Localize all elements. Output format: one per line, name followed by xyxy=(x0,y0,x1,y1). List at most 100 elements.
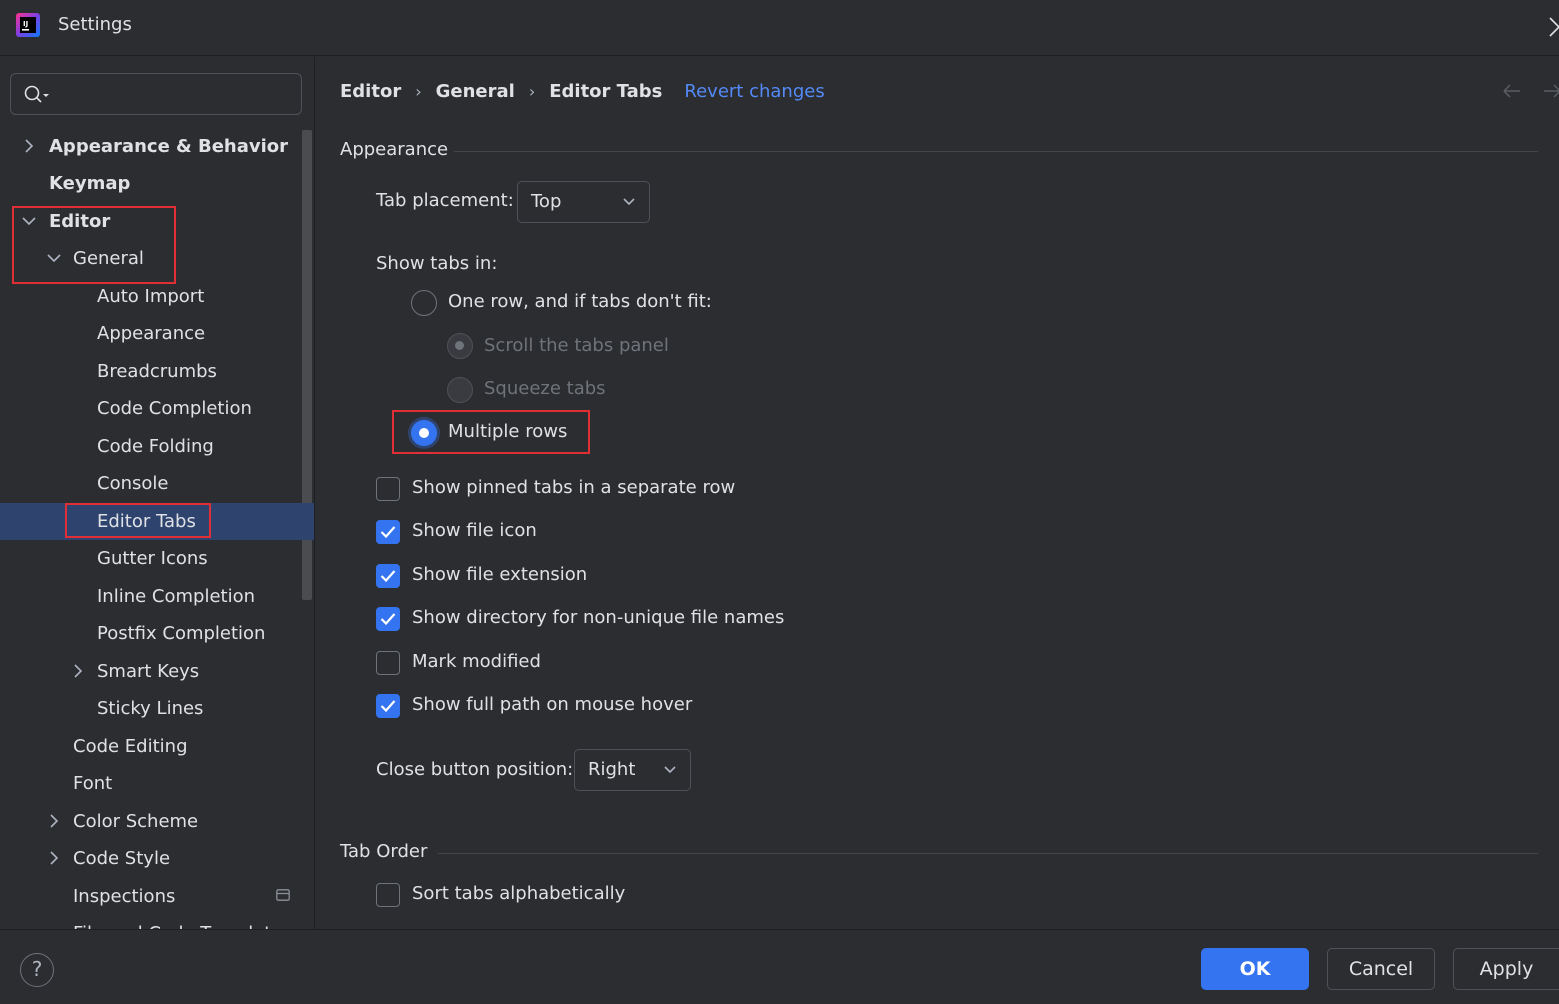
sidebar-item-label: Breadcrumbs xyxy=(97,361,217,382)
checkbox-show-full-path[interactable] xyxy=(376,694,400,718)
breadcrumb-item[interactable]: General xyxy=(436,81,515,102)
help-button[interactable]: ? xyxy=(20,953,54,987)
sidebar-item-appearance[interactable]: Appearance xyxy=(0,315,300,352)
checkbox-show-full-path-label: Show full path on mouse hover xyxy=(412,694,693,715)
radio-one-row-label: One row, and if tabs don't fit: xyxy=(448,291,712,312)
sidebar-item-breadcrumbs[interactable]: Breadcrumbs xyxy=(0,353,300,390)
close-icon[interactable] xyxy=(1544,12,1559,38)
forward-arrow-icon[interactable] xyxy=(1544,84,1559,98)
settings-sidebar: Appearance & Behavior Keymap Editor Gene… xyxy=(0,57,315,929)
sidebar-item-editor-tabs[interactable]: Editor Tabs xyxy=(0,503,314,540)
revert-changes-link[interactable]: Revert changes xyxy=(684,81,824,102)
sidebar-item-font[interactable]: Font xyxy=(0,765,300,802)
back-arrow-icon[interactable] xyxy=(1503,84,1520,98)
tab-placement-dropdown[interactable]: Top xyxy=(517,181,650,223)
sidebar-item-code-editing[interactable]: Code Editing xyxy=(0,728,300,765)
sidebar-item-label: General xyxy=(73,248,144,269)
sidebar-item-editor[interactable]: Editor xyxy=(0,203,300,240)
checkbox-pinned-tabs-label: Show pinned tabs in a separate row xyxy=(412,477,736,498)
section-title-appearance: Appearance xyxy=(340,139,449,160)
checkmark-icon xyxy=(380,613,396,626)
breadcrumb-item: Editor Tabs xyxy=(549,81,663,102)
settings-content: Editor › General › Editor Tabs Revert changes… xyxy=(316,57,1559,929)
sidebar-item-label: Code Completion xyxy=(97,398,252,419)
sidebar-item-label: Code Style xyxy=(73,848,171,869)
radio-multiple-rows[interactable] xyxy=(411,420,437,446)
sidebar-item-smart-keys[interactable]: Smart Keys xyxy=(0,653,300,690)
sidebar-item-inspections[interactable]: Inspections xyxy=(0,878,300,915)
search-icon xyxy=(24,85,49,103)
radio-one-row[interactable] xyxy=(411,290,437,316)
sidebar-item-sticky-lines[interactable]: Sticky Lines xyxy=(0,690,300,727)
sidebar-item-label: Color Scheme xyxy=(73,811,199,832)
sidebar-item-label: Code Editing xyxy=(73,736,188,757)
chevron-right-icon xyxy=(50,851,59,865)
breadcrumb-item[interactable]: Editor xyxy=(340,81,401,102)
sidebar-item-postfix-completion[interactable]: Postfix Completion xyxy=(0,615,300,652)
tab-placement-value: Top xyxy=(531,191,562,212)
sidebar-item-label: File and Code Templates xyxy=(73,915,292,929)
sidebar-item-gutter-icons[interactable]: Gutter Icons xyxy=(0,540,300,577)
checkbox-show-file-extension[interactable] xyxy=(376,564,400,588)
checkbox-show-file-icon-label: Show file icon xyxy=(412,520,537,541)
navigation-arrows xyxy=(1503,84,1559,98)
sidebar-item-general[interactable]: General xyxy=(0,240,300,277)
sidebar-item-label: Editor xyxy=(49,211,111,232)
sidebar-item-keymap[interactable]: Keymap xyxy=(0,165,300,202)
chevron-down-icon xyxy=(22,217,36,226)
sidebar-item-label: Appearance & Behavior xyxy=(49,136,289,157)
chevron-right-icon xyxy=(50,814,59,828)
radio-dot xyxy=(455,341,464,350)
sidebar-item-code-style[interactable]: Code Style xyxy=(0,840,300,877)
sidebar-item-inline-completion[interactable]: Inline Completion xyxy=(0,578,300,615)
dialog-footer: ? OK Cancel Apply xyxy=(0,929,1559,1004)
sidebar-item-label: Console xyxy=(97,473,169,494)
sidebar-item-color-scheme[interactable]: Color Scheme xyxy=(0,803,300,840)
section-divider xyxy=(454,151,1538,152)
checkbox-show-file-icon[interactable] xyxy=(376,520,400,544)
checkbox-sort-tabs-alphabetically[interactable] xyxy=(376,883,400,907)
ok-button[interactable]: OK xyxy=(1201,948,1309,990)
radio-squeeze-tabs-label: Squeeze tabs xyxy=(484,378,606,399)
checkmark-icon xyxy=(380,526,396,539)
chevron-right-icon xyxy=(74,664,83,678)
sidebar-item-label: Smart Keys xyxy=(97,661,200,682)
title-bar: IJ Settings xyxy=(0,0,1559,56)
radio-multiple-rows-label: Multiple rows xyxy=(448,421,568,442)
checkbox-show-directory[interactable] xyxy=(376,607,400,631)
breadcrumb: Editor › General › Editor Tabs Revert changes xyxy=(340,79,825,105)
sidebar-item-file-code-templates[interactable]: File and Code Templates xyxy=(0,915,300,929)
checkbox-show-directory-label: Show directory for non-unique file names xyxy=(412,607,785,628)
close-button-position-value: Right xyxy=(588,759,636,780)
chevron-down-icon xyxy=(47,254,61,263)
sidebar-item-label: Auto Import xyxy=(97,286,205,307)
radio-scroll-tabs-panel-label: Scroll the tabs panel xyxy=(484,335,669,356)
sidebar-item-code-completion[interactable]: Code Completion xyxy=(0,390,300,427)
checkbox-mark-modified[interactable] xyxy=(376,651,400,675)
checkbox-mark-modified-label: Mark modified xyxy=(412,651,541,672)
sidebar-item-auto-import[interactable]: Auto Import xyxy=(0,278,300,315)
svg-text:IJ: IJ xyxy=(23,20,28,28)
close-button-position-dropdown[interactable]: Right xyxy=(574,749,691,791)
settings-search-input[interactable] xyxy=(10,73,302,115)
checkmark-icon xyxy=(380,700,396,713)
sidebar-item-label: Font xyxy=(73,773,113,794)
checkbox-pinned-tabs-separate-row[interactable] xyxy=(376,477,400,501)
breadcrumb-separator: › xyxy=(528,82,536,101)
radio-squeeze-tabs[interactable] xyxy=(447,377,473,403)
section-title-tab-order: Tab Order xyxy=(340,841,428,862)
sidebar-item-code-folding[interactable]: Code Folding xyxy=(0,428,300,465)
radio-scroll-tabs-panel[interactable] xyxy=(447,333,473,359)
checkbox-show-file-extension-label: Show file extension xyxy=(412,564,588,585)
cancel-button[interactable]: Cancel xyxy=(1327,948,1435,990)
checkbox-sort-tabs-label: Sort tabs alphabetically xyxy=(412,883,626,904)
checkmark-icon xyxy=(380,570,396,583)
chevron-right-icon xyxy=(25,139,34,153)
close-button-position-label: Close button position: xyxy=(376,759,574,780)
sidebar-item-appearance-behavior[interactable]: Appearance & Behavior xyxy=(0,128,300,165)
sidebar-item-console[interactable]: Console xyxy=(0,465,300,502)
apply-button[interactable]: Apply xyxy=(1453,948,1559,990)
radio-dot xyxy=(419,428,429,438)
sidebar-item-label: Appearance xyxy=(97,323,206,344)
project-settings-icon xyxy=(276,889,290,901)
